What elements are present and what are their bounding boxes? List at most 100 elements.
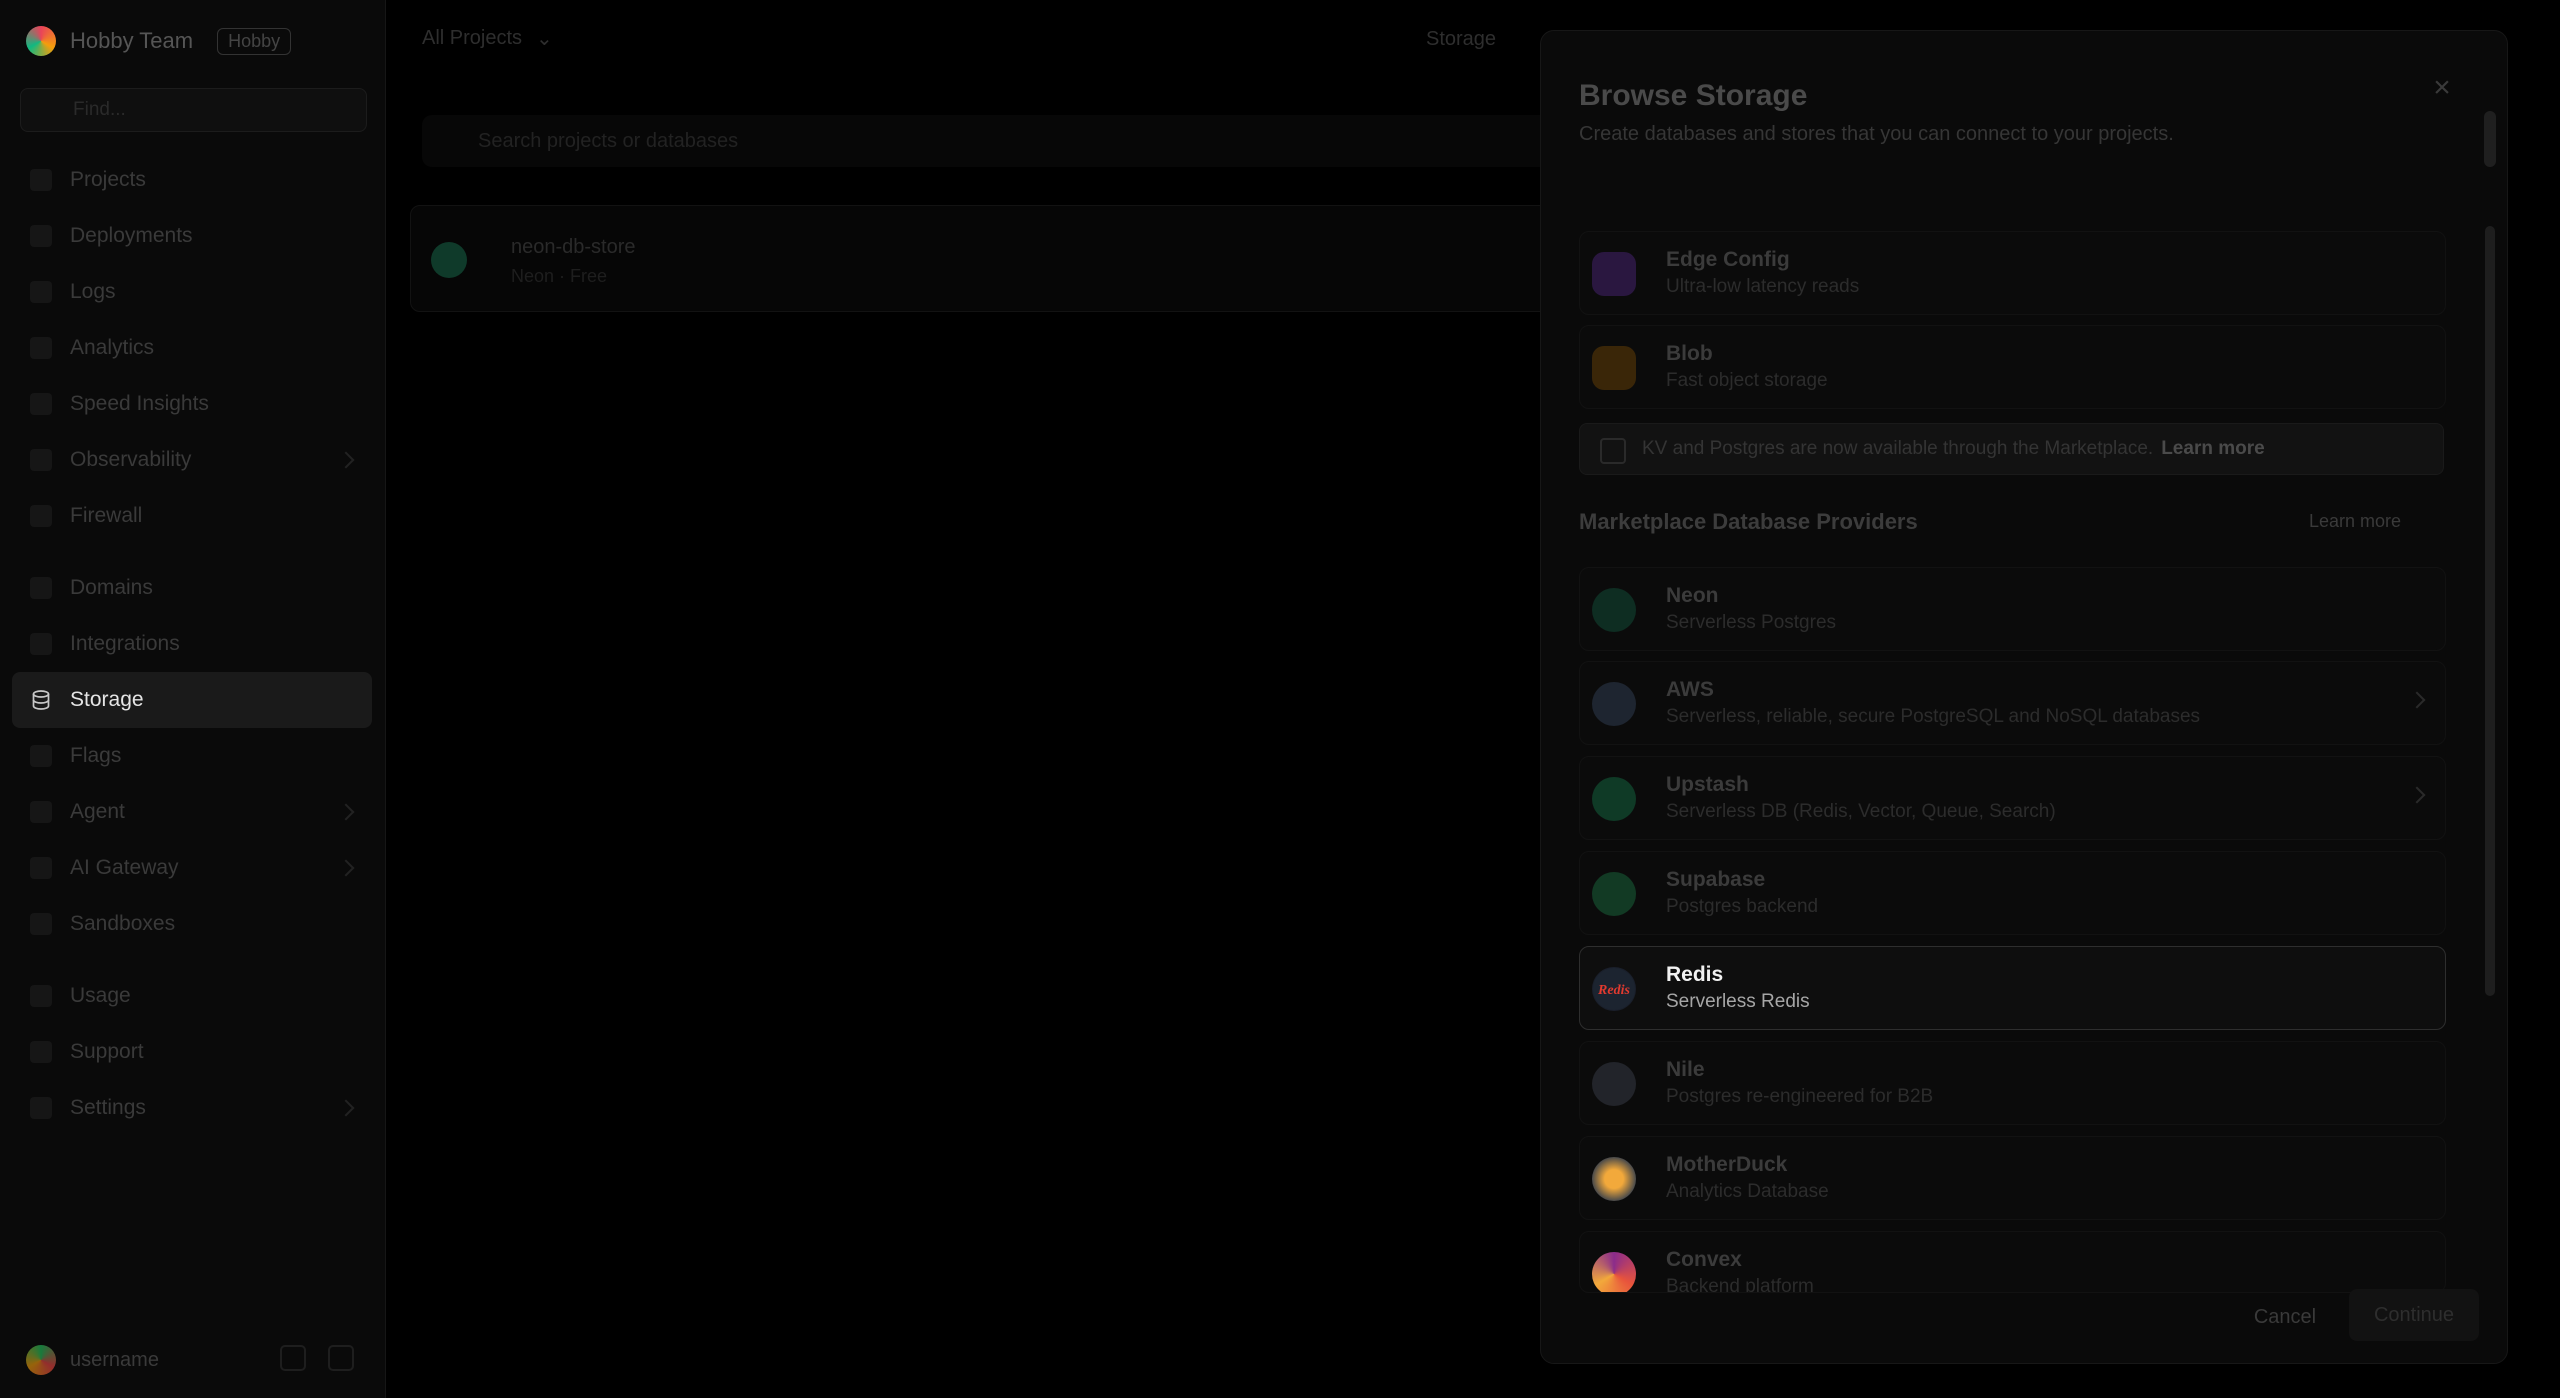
scrollbar-track[interactable] bbox=[2484, 196, 2496, 1256]
supabase-icon bbox=[1592, 872, 1636, 916]
provider-name: Convex bbox=[1666, 1248, 1742, 1271]
scrollbar-thumb[interactable] bbox=[2484, 111, 2496, 167]
provider-description: Postgres re-engineered for B2B bbox=[1666, 1086, 1934, 1107]
card-subtitle: Neon · Free bbox=[511, 266, 608, 286]
close-icon[interactable]: × bbox=[2429, 73, 2455, 103]
provider-description: Serverless DB (Redis, Vector, Queue, Sea… bbox=[1666, 801, 2056, 822]
sandbox-icon bbox=[30, 913, 52, 935]
sidebar-item-label: Domains bbox=[70, 576, 153, 599]
blob-icon bbox=[1592, 346, 1636, 390]
chevron-right-icon bbox=[337, 1099, 355, 1117]
collapse-sidebar-icon[interactable] bbox=[328, 1345, 354, 1371]
sidebar-item-storage[interactable]: Storage bbox=[12, 672, 372, 728]
provider-description: Postgres backend bbox=[1666, 896, 1819, 917]
redis-icon: Redis bbox=[1592, 967, 1636, 1011]
gear-icon bbox=[30, 1097, 52, 1119]
domains-icon bbox=[30, 577, 52, 599]
drawer-subtitle: Create databases and stores that you can… bbox=[1579, 123, 2174, 145]
list-item-supabase[interactable]: Supabase Postgres backend bbox=[1579, 851, 2446, 935]
team-switcher[interactable]: Hobby Team Hobby bbox=[26, 26, 292, 56]
sidebar-item-analytics[interactable]: Analytics bbox=[12, 320, 372, 376]
sidebar-item-integrations[interactable]: Integrations bbox=[12, 616, 372, 672]
list-item-neon[interactable]: Neon Serverless Postgres bbox=[1579, 567, 2446, 651]
cancel-button[interactable]: Cancel bbox=[2235, 1295, 2335, 1339]
section-learn-more-link[interactable]: Learn more bbox=[2309, 511, 2401, 532]
sidebar-item-firewall[interactable]: Firewall bbox=[12, 488, 372, 544]
team-avatar bbox=[26, 26, 56, 56]
speed-insights-icon bbox=[30, 393, 52, 415]
sidebar-item-observability[interactable]: Observability bbox=[12, 432, 372, 488]
storage-card[interactable]: neon-db-store Neon · Free bbox=[410, 205, 1612, 312]
sidebar-item-projects[interactable]: Projects bbox=[12, 152, 372, 208]
sidebar-item-usage[interactable]: Usage bbox=[12, 968, 372, 1024]
sidebar-item-label: Usage bbox=[70, 984, 131, 1007]
edge-config-icon bbox=[1592, 252, 1636, 296]
motherduck-icon bbox=[1592, 1157, 1636, 1201]
sidebar-item-sandboxes[interactable]: Sandboxes bbox=[12, 896, 372, 952]
list-item-convex[interactable]: Convex Backend platform bbox=[1579, 1231, 2446, 1293]
sidebar-item-label: Settings bbox=[70, 1096, 146, 1119]
list-item-nile[interactable]: Nile Postgres re-engineered for B2B bbox=[1579, 1041, 2446, 1125]
sidebar-item-speed-insights[interactable]: Speed Insights bbox=[12, 376, 372, 432]
list-item-blob[interactable]: Blob Fast object storage bbox=[1579, 325, 2446, 409]
list-item-edge-config[interactable]: Edge Config Ultra-low latency reads bbox=[1579, 231, 2446, 315]
sidebar-search[interactable]: Find... bbox=[20, 88, 367, 132]
provider-name: Supabase bbox=[1666, 868, 1766, 891]
sidebar-item-flags[interactable]: Flags bbox=[12, 728, 372, 784]
provider-name: Edge Config bbox=[1666, 248, 1790, 271]
integrations-icon bbox=[30, 633, 52, 655]
flag-icon bbox=[30, 745, 52, 767]
breadcrumb-item[interactable]: All Projects bbox=[422, 27, 522, 50]
sidebar-item-support[interactable]: Support bbox=[12, 1024, 372, 1080]
theme-toggle-icon[interactable] bbox=[280, 1345, 306, 1371]
sidebar-item-deployments[interactable]: Deployments bbox=[12, 208, 372, 264]
provider-name: Upstash bbox=[1666, 773, 1749, 796]
list-item-aws[interactable]: AWS Serverless, reliable, secure Postgre… bbox=[1579, 661, 2446, 745]
card-title: neon-db-store bbox=[511, 236, 636, 258]
chevron-right-icon bbox=[337, 859, 355, 877]
list-item-upstash[interactable]: Upstash Serverless DB (Redis, Vector, Qu… bbox=[1579, 756, 2446, 840]
breadcrumb[interactable]: All Projects ⌄ bbox=[422, 26, 553, 51]
plan-badge: Hobby bbox=[217, 27, 292, 55]
sidebar-item-ai-gateway[interactable]: AI Gateway bbox=[12, 840, 372, 896]
section-title: Marketplace Database Providers bbox=[1579, 509, 1918, 534]
team-name: Hobby Team bbox=[70, 28, 194, 53]
provider-description: Serverless, reliable, secure PostgreSQL … bbox=[1666, 706, 2201, 727]
aws-icon bbox=[1592, 682, 1636, 726]
upstash-icon bbox=[1592, 777, 1636, 821]
continue-button[interactable]: Continue bbox=[2349, 1289, 2479, 1341]
deployments-icon bbox=[30, 225, 52, 247]
neon-icon bbox=[1592, 588, 1636, 632]
provider-description: Serverless Redis bbox=[1666, 991, 1810, 1012]
sidebar-item-label: Deployments bbox=[70, 224, 193, 247]
convex-icon bbox=[1592, 1252, 1636, 1292]
chevron-down-icon: ⌄ bbox=[536, 28, 553, 50]
provider-name: Neon bbox=[1666, 584, 1719, 607]
sidebar-item-label: Flags bbox=[70, 744, 122, 767]
sidebar-item-label: AI Gateway bbox=[70, 856, 179, 879]
sidebar-footer-actions bbox=[280, 1345, 354, 1371]
provider-name: Redis bbox=[1666, 963, 1724, 986]
provider-name: Nile bbox=[1666, 1058, 1705, 1081]
search-input[interactable]: Search projects or databases bbox=[422, 115, 1578, 167]
sidebar-item-label: Integrations bbox=[70, 632, 180, 655]
provider-name: MotherDuck bbox=[1666, 1153, 1788, 1176]
scrollbar[interactable] bbox=[2484, 111, 2496, 1281]
sidebar-item-domains[interactable]: Domains bbox=[12, 560, 372, 616]
browse-storage-drawer: Browse Storage Create databases and stor… bbox=[1540, 30, 2508, 1364]
sidebar-item-agent[interactable]: Agent bbox=[12, 784, 372, 840]
list-item-redis[interactable]: Redis Redis Serverless Redis bbox=[1579, 946, 2446, 1030]
provider-description: Analytics Database bbox=[1666, 1181, 1829, 1202]
list-item-motherduck[interactable]: MotherDuck Analytics Database bbox=[1579, 1136, 2446, 1220]
scrollbar-handle[interactable] bbox=[2485, 226, 2495, 996]
sidebar-item-logs[interactable]: Logs bbox=[12, 264, 372, 320]
provider-description: Ultra-low latency reads bbox=[1666, 276, 1860, 297]
notice-learn-more-link[interactable]: Learn more bbox=[2161, 438, 2264, 460]
sidebar-nav: Projects Deployments Logs Analytics Spee… bbox=[12, 152, 372, 1136]
sidebar-item-label: Analytics bbox=[70, 336, 155, 359]
provider-description: Serverless Postgres bbox=[1666, 612, 1837, 633]
sidebar-item-settings[interactable]: Settings bbox=[12, 1080, 372, 1136]
user-menu[interactable]: username bbox=[26, 1345, 159, 1375]
ai-gateway-icon bbox=[30, 857, 52, 879]
sidebar-item-label: Projects bbox=[70, 168, 146, 191]
